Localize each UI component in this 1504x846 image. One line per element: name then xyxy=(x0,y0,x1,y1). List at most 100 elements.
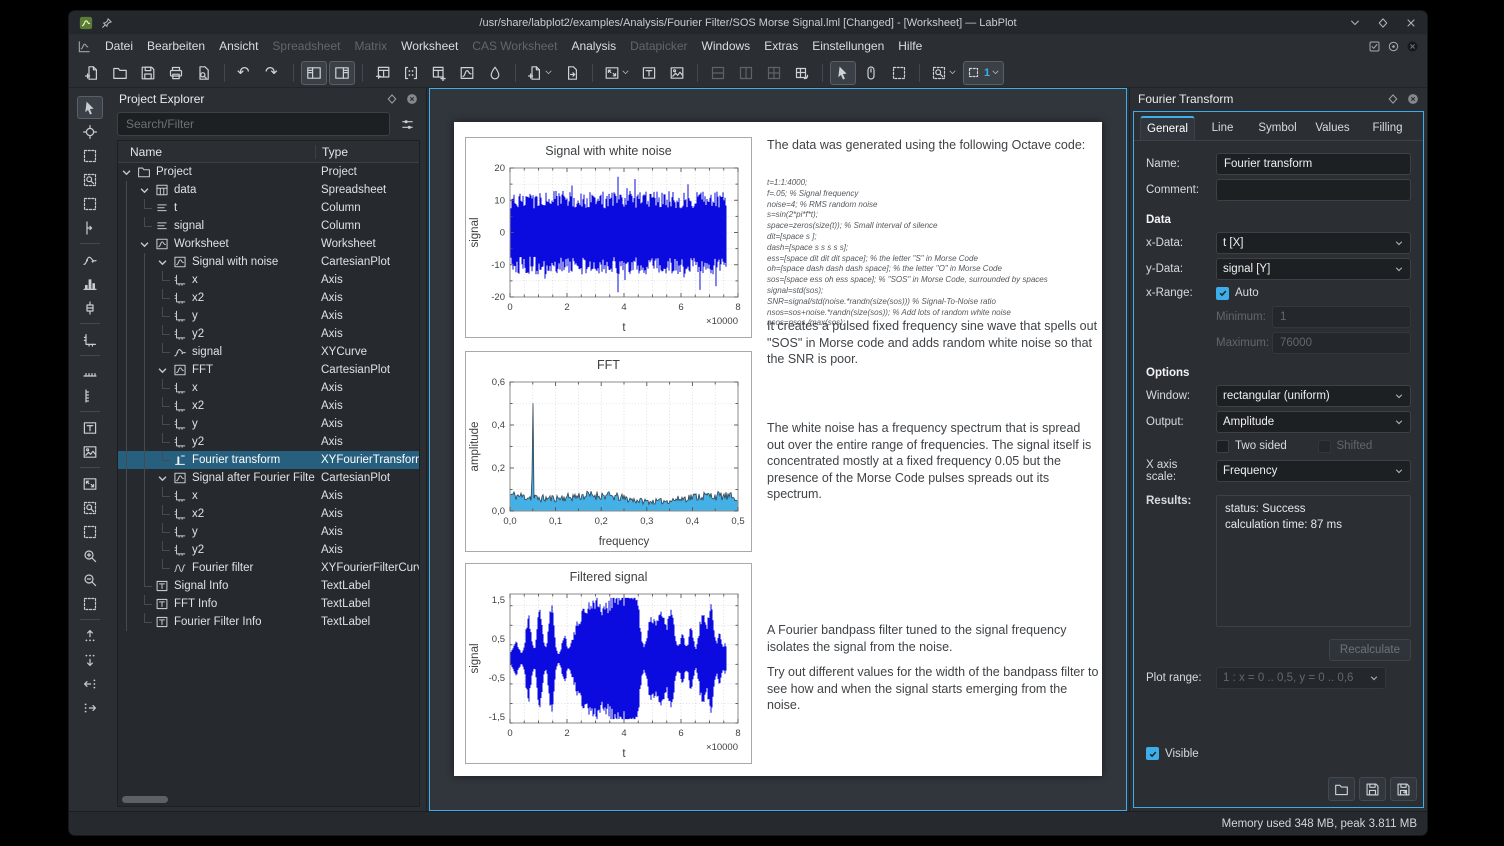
xaxis-scale-select[interactable]: Frequency xyxy=(1216,460,1411,482)
horizontal-layout-button[interactable] xyxy=(733,61,759,85)
side-tool-zoomin-button[interactable] xyxy=(77,544,103,567)
tree-expander[interactable] xyxy=(154,469,172,487)
add-text-label-button[interactable] xyxy=(636,61,662,85)
worksheet-page[interactable]: The data was generated using the followi… xyxy=(454,122,1102,776)
tab-general[interactable]: General xyxy=(1140,116,1195,140)
tree-row[interactable]: y2Axis xyxy=(118,325,419,343)
folder-button[interactable] xyxy=(1328,777,1355,801)
side-tool-image-button[interactable] xyxy=(77,440,103,463)
tree-row[interactable]: x2Axis xyxy=(118,289,419,307)
side-tool-xycurve-button[interactable] xyxy=(77,248,103,271)
side-tool-shiftdown-button[interactable] xyxy=(77,648,103,671)
side-tool-dashmag-button[interactable] xyxy=(77,496,103,519)
save-button[interactable] xyxy=(135,61,161,85)
tab-filling[interactable]: Filling xyxy=(1360,116,1415,140)
tree-row[interactable]: FFTCartesianPlot xyxy=(118,361,419,379)
window-close-button[interactable] xyxy=(1405,17,1417,29)
horizontal-scrollbar[interactable] xyxy=(122,796,168,803)
new-project-button[interactable] xyxy=(79,61,105,85)
side-tool-textlabel-button[interactable] xyxy=(77,416,103,439)
menu-analysis[interactable]: Analysis xyxy=(564,36,623,56)
open-project-button[interactable] xyxy=(107,61,133,85)
side-tool-shiftup-button[interactable] xyxy=(77,624,103,647)
save-button[interactable] xyxy=(1359,777,1386,801)
dock-close-icon[interactable] xyxy=(1407,93,1419,105)
minimum-field[interactable] xyxy=(1272,306,1411,328)
auto-checkbox[interactable] xyxy=(1216,287,1229,300)
side-tool-boxplot-button[interactable] xyxy=(77,296,103,319)
redo-button[interactable]: ↷ xyxy=(260,61,286,85)
menu-datapicker[interactable]: Datapicker xyxy=(623,36,694,56)
visible-checkbox[interactable] xyxy=(1146,747,1159,760)
import-button[interactable] xyxy=(482,61,508,85)
tree-row[interactable]: x2Axis xyxy=(118,397,419,415)
side-tool-zoomfitw-button[interactable] xyxy=(77,472,103,495)
tree-row[interactable]: dataSpreadsheet xyxy=(118,181,419,199)
toggle-properties-button[interactable] xyxy=(329,61,355,85)
ydata-select[interactable]: signal [Y] xyxy=(1216,258,1411,280)
tree-row[interactable]: Signal with noiseCartesianPlot xyxy=(118,253,419,271)
pin-icon[interactable] xyxy=(101,17,113,29)
menu-hilfe[interactable]: Hilfe xyxy=(891,36,929,56)
tree-row[interactable]: tColumn xyxy=(118,199,419,217)
menu-windows[interactable]: Windows xyxy=(695,36,758,56)
intro-text[interactable]: The data was generated using the followi… xyxy=(767,137,1099,154)
menu-worksheet[interactable]: Worksheet xyxy=(394,36,465,56)
tree-expander[interactable] xyxy=(136,235,154,253)
side-tool-dashedbox-button[interactable] xyxy=(77,192,103,215)
tree-expander[interactable] xyxy=(154,361,172,379)
titlebar[interactable]: /usr/share/labplot2/examples/Analysis/Fo… xyxy=(69,11,1427,34)
window-select[interactable]: rectangular (uniform) xyxy=(1216,385,1411,407)
menubar-circxdark-icon[interactable] xyxy=(1406,40,1419,53)
side-tool-axisv-button[interactable] xyxy=(77,384,103,407)
octave-code-block[interactable]: t=1:1:4000;f=.05; % Signal frequencynois… xyxy=(767,178,1099,329)
new-notes-button[interactable] xyxy=(559,61,585,85)
tree-row[interactable]: signalXYCurve xyxy=(118,343,419,361)
tree-row[interactable]: y2Axis xyxy=(118,541,419,559)
tree-row[interactable]: Fourier filterXYFourierFilterCurve xyxy=(118,559,419,577)
plot-count-button[interactable]: 1 xyxy=(963,61,1004,85)
maximum-field[interactable] xyxy=(1272,332,1411,354)
menubar-circdot-icon[interactable] xyxy=(1387,40,1400,53)
saveas-button[interactable] xyxy=(1390,777,1417,801)
tree-row[interactable]: FFT InfoTextLabel xyxy=(118,595,419,613)
tree-row[interactable]: Signal InfoTextLabel xyxy=(118,577,419,595)
tree-expander[interactable] xyxy=(136,181,154,199)
shifted-checkbox[interactable] xyxy=(1318,440,1331,453)
zoom-select-mode-button[interactable] xyxy=(886,61,912,85)
toggle-project-explorer-button[interactable] xyxy=(301,61,327,85)
after-code-text[interactable]: It creates a pulsed fixed frequency sine… xyxy=(767,318,1099,368)
menu-datei[interactable]: Datei xyxy=(98,36,140,56)
filter-options-button[interactable] xyxy=(394,112,420,136)
comment-field[interactable] xyxy=(1216,179,1411,201)
side-tool-cursorline-button[interactable] xyxy=(77,216,103,239)
side-tool-arrow-button[interactable] xyxy=(77,96,103,119)
menu-spreadsheet[interactable]: Spreadsheet xyxy=(265,36,347,56)
tree-expander[interactable] xyxy=(118,163,136,181)
window-maximize-button[interactable] xyxy=(1377,17,1389,29)
recalculate-button[interactable]: Recalculate xyxy=(1329,639,1411,661)
xdata-select[interactable]: t [X] xyxy=(1216,232,1411,254)
tree-row[interactable]: ProjectProject xyxy=(118,163,419,181)
dock-float-icon[interactable] xyxy=(1387,93,1399,105)
window-minimize-button[interactable] xyxy=(1349,17,1361,29)
menu-matrix[interactable]: Matrix xyxy=(347,36,394,56)
new-workbook-button[interactable] xyxy=(426,61,452,85)
menu-ansicht[interactable]: Ansicht xyxy=(212,36,265,56)
new-worksheet-button[interactable] xyxy=(523,61,557,85)
side-tool-dashedbox-button[interactable] xyxy=(77,520,103,543)
vertical-layout-button[interactable] xyxy=(705,61,731,85)
side-tool-histogram-button[interactable] xyxy=(77,272,103,295)
filter-note2-text[interactable]: Try out different values for the width o… xyxy=(767,664,1099,714)
select-mode-button[interactable] xyxy=(830,61,856,85)
tree-column-headers[interactable]: Name Type xyxy=(118,141,419,163)
grid-layout-button[interactable] xyxy=(761,61,787,85)
new-spreadsheet-button[interactable] xyxy=(370,61,396,85)
side-tool-axish-button[interactable] xyxy=(77,360,103,383)
tree-row[interactable]: yAxis xyxy=(118,307,419,325)
side-tool-shiftleft-button[interactable] xyxy=(77,672,103,695)
add-image-button[interactable] xyxy=(664,61,690,85)
dock-float-icon[interactable] xyxy=(386,93,398,105)
two-sided-checkbox[interactable] xyxy=(1216,440,1229,453)
magnification-button[interactable] xyxy=(927,61,961,85)
